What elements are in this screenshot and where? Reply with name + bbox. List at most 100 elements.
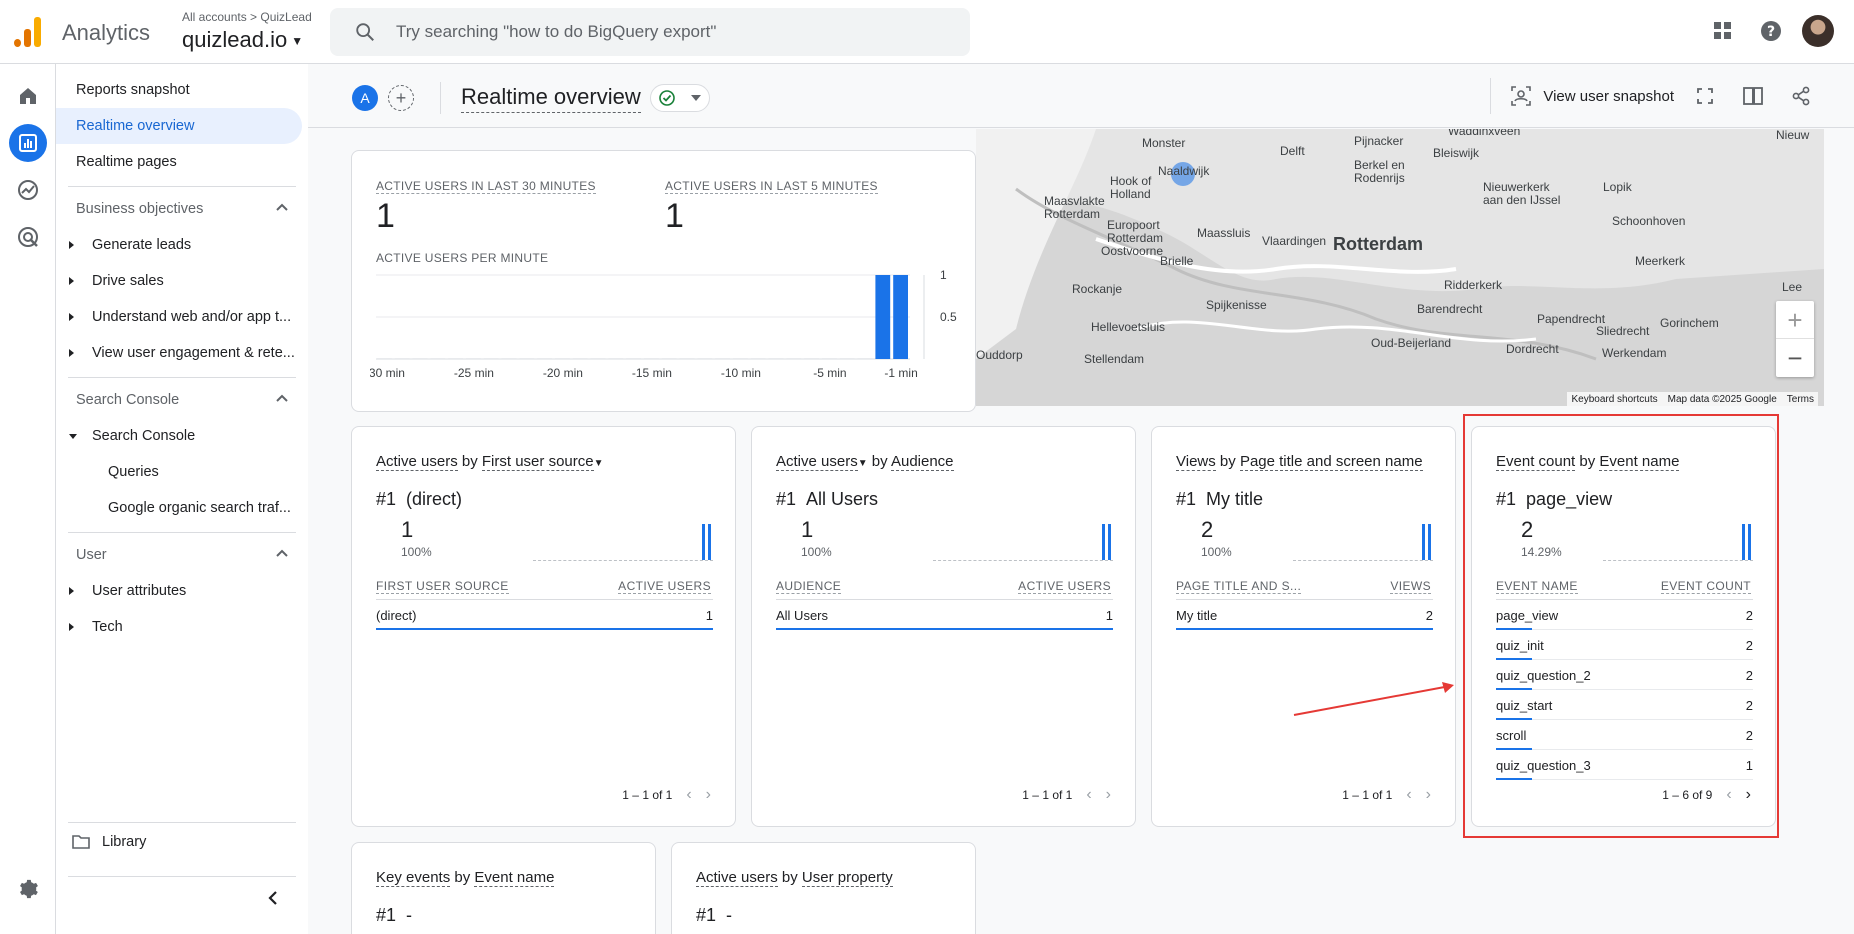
search-input[interactable] bbox=[396, 22, 956, 42]
card-dimension[interactable]: Event name bbox=[474, 869, 555, 887]
compare-layout-icon[interactable] bbox=[1736, 79, 1770, 113]
avatar[interactable] bbox=[1802, 15, 1834, 47]
page-title[interactable]: Realtime overview bbox=[461, 84, 641, 113]
next-page-icon[interactable]: › bbox=[1426, 786, 1431, 804]
zoom-in-button[interactable]: + bbox=[1776, 301, 1814, 339]
realtime-map[interactable]: Monster Delft Pijnacker Waddinxveen Nieuw Hoo… bbox=[976, 129, 1824, 406]
chart-bar[interactable] bbox=[555, 358, 570, 359]
reports-icon[interactable] bbox=[9, 124, 47, 162]
sidebar-item-user-attributes[interactable]: User attributes bbox=[56, 573, 302, 609]
chart-bar[interactable] bbox=[839, 358, 855, 359]
caret-down-icon[interactable]: ▼ bbox=[858, 458, 868, 469]
fullscreen-icon[interactable] bbox=[1688, 79, 1722, 113]
sidebar-item-library[interactable]: Library bbox=[72, 834, 146, 850]
chart-bar[interactable] bbox=[661, 358, 677, 359]
sidebar-item-reports-snapshot[interactable]: Reports snapshot bbox=[56, 72, 302, 108]
sidebar-item-organic-search[interactable]: Google organic search traf... bbox=[56, 490, 302, 526]
search-bar[interactable] bbox=[330, 8, 970, 56]
card-metric[interactable]: Active users bbox=[696, 869, 778, 887]
chart-bar[interactable] bbox=[572, 358, 588, 359]
chart-bar[interactable] bbox=[519, 358, 535, 359]
chart-bar[interactable] bbox=[644, 358, 659, 359]
account-breadcrumb[interactable]: All accounts > QuizLead bbox=[182, 10, 312, 24]
active-users-30min-label[interactable]: ACTIVE USERS IN LAST 30 MINUTES bbox=[376, 179, 596, 194]
card-metric[interactable]: Active users bbox=[376, 453, 458, 471]
card-title[interactable]: Key events by Event name bbox=[376, 869, 555, 887]
keyboard-shortcuts-link[interactable]: Keyboard shortcuts bbox=[1571, 394, 1657, 405]
chart-bar[interactable] bbox=[608, 358, 624, 359]
card-dimension[interactable]: User property bbox=[801, 869, 893, 887]
sidebar-item-understand-traffic[interactable]: Understand web and/or app t... bbox=[56, 299, 302, 335]
caret-down-icon[interactable]: ▼ bbox=[594, 458, 604, 469]
card-title[interactable]: Active users by User property bbox=[696, 869, 893, 887]
chart-bar[interactable] bbox=[377, 358, 392, 359]
next-page-icon[interactable]: › bbox=[706, 786, 711, 804]
chart-bar[interactable] bbox=[679, 358, 695, 359]
card-title[interactable]: Active users▼ by Audience bbox=[776, 453, 954, 471]
share-icon[interactable] bbox=[1784, 79, 1818, 113]
sidebar-item-tech[interactable]: Tech bbox=[56, 609, 302, 645]
chart-bar[interactable] bbox=[857, 358, 873, 359]
table-row[interactable]: All Users 1 bbox=[776, 600, 1113, 630]
home-icon[interactable] bbox=[9, 77, 47, 115]
chart-bar[interactable] bbox=[501, 358, 517, 359]
view-user-snapshot-button[interactable]: View user snapshot bbox=[1511, 86, 1674, 106]
chart-bar[interactable] bbox=[804, 358, 819, 359]
property-selector[interactable]: quizlead.io ▼ bbox=[182, 27, 303, 53]
sidebar-item-search-console[interactable]: Search Console bbox=[56, 418, 302, 454]
add-comparison-button[interactable]: + bbox=[388, 85, 414, 111]
chart-bar[interactable] bbox=[590, 358, 606, 359]
table-row[interactable]: My title 2 bbox=[1176, 600, 1433, 630]
card-title[interactable]: Views by Page title and screen name bbox=[1176, 453, 1423, 471]
sidebar-section-business-objectives[interactable]: Business objectives bbox=[56, 191, 302, 227]
chart-bar[interactable] bbox=[822, 358, 837, 359]
card-dimension[interactable]: First user source bbox=[481, 453, 594, 471]
chart-bar[interactable] bbox=[466, 358, 481, 359]
advertising-icon[interactable] bbox=[9, 218, 47, 256]
chart-bar[interactable] bbox=[715, 358, 730, 359]
analytics-logo[interactable] bbox=[14, 17, 42, 47]
collapse-sidebar-icon[interactable] bbox=[266, 889, 280, 912]
chart-bar[interactable] bbox=[483, 358, 499, 359]
card-metric[interactable]: Views bbox=[1176, 453, 1216, 471]
column-header-dimension[interactable]: PAGE TITLE AND S... bbox=[1176, 579, 1302, 594]
sidebar-item-engagement[interactable]: View user engagement & rete... bbox=[56, 335, 302, 371]
sidebar-item-queries[interactable]: Queries bbox=[56, 454, 302, 490]
sidebar-item-realtime-pages[interactable]: Realtime pages bbox=[56, 144, 302, 180]
prev-page-icon[interactable]: ‹ bbox=[1086, 786, 1091, 804]
chart-bar[interactable] bbox=[733, 358, 748, 359]
sidebar-item-drive-sales[interactable]: Drive sales bbox=[56, 263, 302, 299]
sidebar-item-realtime-overview[interactable]: Realtime overview bbox=[56, 108, 302, 144]
card-dimension[interactable]: Page title and screen name bbox=[1239, 453, 1423, 471]
chart-bar[interactable] bbox=[412, 358, 428, 359]
comparison-chip[interactable]: A bbox=[352, 85, 378, 111]
card-metric[interactable]: Key events bbox=[376, 869, 451, 887]
next-page-icon[interactable]: › bbox=[1106, 786, 1111, 804]
chart-bar[interactable] bbox=[394, 358, 410, 359]
chart-bar[interactable] bbox=[750, 358, 766, 359]
active-users-per-minute-chart[interactable]: -30 min -25 min -20 min -15 min -10 min -5 mi… bbox=[370, 263, 970, 383]
chart-bar[interactable] bbox=[697, 358, 713, 359]
column-header-metric[interactable]: ACTIVE USERS bbox=[1018, 579, 1111, 594]
card-title[interactable]: Active users by First user source▼ bbox=[376, 453, 604, 471]
column-header-metric[interactable]: ACTIVE USERS bbox=[618, 579, 711, 594]
apps-grid-icon[interactable] bbox=[1706, 14, 1740, 48]
chart-bar[interactable] bbox=[448, 358, 463, 359]
chart-bar[interactable] bbox=[626, 358, 641, 359]
column-header-dimension[interactable]: FIRST USER SOURCE bbox=[376, 579, 509, 594]
terms-link[interactable]: Terms bbox=[1787, 394, 1814, 405]
chart-bar[interactable] bbox=[537, 358, 552, 359]
column-header-metric[interactable]: VIEWS bbox=[1390, 579, 1431, 594]
chart-bar[interactable] bbox=[875, 275, 891, 359]
report-status-dropdown[interactable] bbox=[650, 84, 710, 112]
active-users-5min-label[interactable]: ACTIVE USERS IN LAST 5 MINUTES bbox=[665, 179, 878, 194]
table-row[interactable]: (direct) 1 bbox=[376, 600, 713, 630]
sidebar-section-search-console[interactable]: Search Console bbox=[56, 382, 302, 418]
sidebar-section-user[interactable]: User bbox=[56, 537, 302, 573]
explore-icon[interactable] bbox=[9, 171, 47, 209]
sidebar-item-generate-leads[interactable]: Generate leads bbox=[56, 227, 302, 263]
zoom-out-button[interactable]: − bbox=[1776, 339, 1814, 377]
help-icon[interactable]: ? bbox=[1754, 14, 1788, 48]
column-header-dimension[interactable]: AUDIENCE bbox=[776, 579, 842, 594]
prev-page-icon[interactable]: ‹ bbox=[686, 786, 691, 804]
